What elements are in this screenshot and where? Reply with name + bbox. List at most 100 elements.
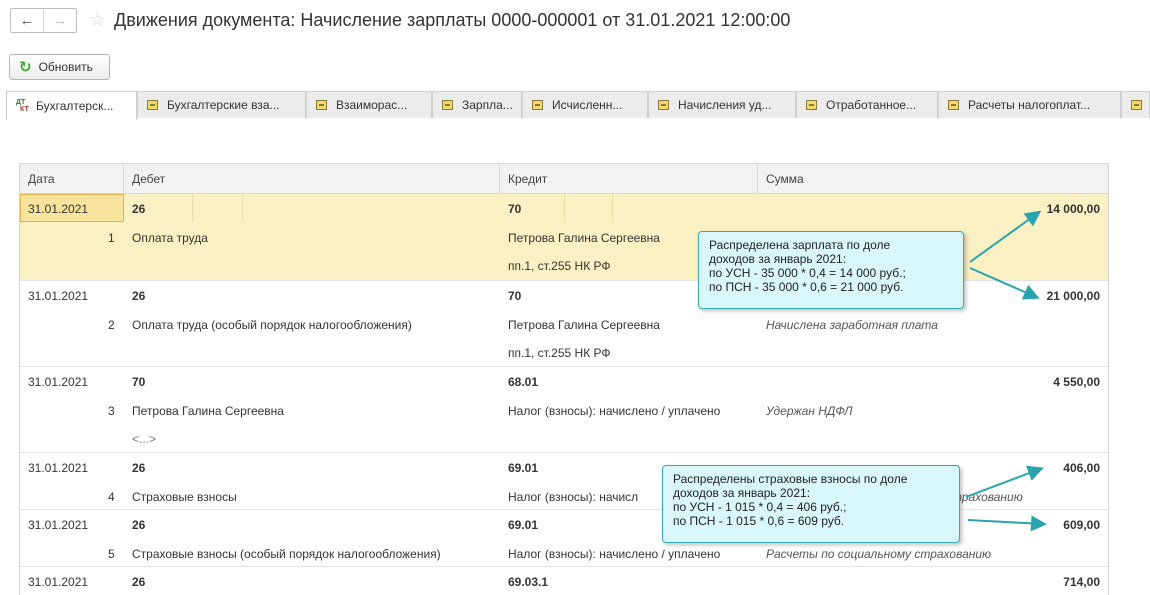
row-date: 31.01.2021 (28, 575, 89, 589)
forward-icon[interactable]: → (43, 8, 76, 32)
row-debit-subconto: Страховые взносы (особый порядок налогоо… (132, 547, 441, 561)
tab-label: Исчисленн... (552, 98, 623, 112)
register-tabs: ДТ КТ Бухгалтерск... Бухгалтерские вза...… (6, 91, 1150, 120)
column-date[interactable]: Дата (20, 164, 124, 194)
row-debit-subconto: Оплата труда (132, 231, 208, 245)
register-icon (806, 100, 817, 110)
callout-line: по УСН - 1 015 * 0,4 = 406 руб.; (673, 500, 847, 514)
cell-divider (612, 194, 613, 222)
nav-buttons: ← → (10, 7, 77, 33)
table-header: Дата Дебет Кредит Сумма (20, 164, 1108, 194)
tab-calculated[interactable]: Исчисленн... (522, 91, 648, 118)
row-amount: 609,00 (1063, 518, 1100, 532)
column-credit[interactable]: Кредит (500, 164, 758, 194)
row-number: 2 (108, 318, 115, 332)
callout-insurance-distribution: Распределены страховые взносы по доле до… (662, 465, 960, 543)
title-bar: ← → ☆ Движения документа: Начисление зар… (10, 6, 790, 34)
row-date: 31.01.2021 (28, 375, 89, 389)
column-debit[interactable]: Дебет (124, 164, 500, 194)
register-icon (147, 100, 158, 110)
row-amount: 714,00 (1063, 575, 1100, 589)
row-number: 3 (108, 404, 115, 418)
favorite-star-icon[interactable]: ☆ (89, 11, 106, 30)
row-date: 31.01.2021 (28, 518, 89, 532)
cell-divider (192, 194, 193, 222)
row-credit-subconto: Петрова Галина Сергеевна (508, 231, 660, 245)
row-credit: 69.01 (508, 461, 539, 475)
row-date: 31.01.2021 (28, 289, 89, 303)
refresh-icon: ↻ (19, 58, 32, 76)
row-credit-subconto: Налог (взносы): начислено / уплачено (508, 547, 721, 561)
callout-line: доходов за январь 2021: (673, 486, 811, 500)
tab-label: Расчеты налогоплат... (968, 98, 1091, 112)
row-credit-subconto: Налог (взносы): начислено / уплачено (508, 404, 721, 418)
tab-more[interactable] (1121, 91, 1150, 118)
row-amount: 14 000,00 (1046, 202, 1100, 216)
register-icon (948, 100, 959, 110)
register-icon (1131, 100, 1142, 110)
row-credit-subconto-2: пп.1, ст.255 НК РФ (508, 259, 611, 273)
table-row[interactable]: 31.01.2021 70 68.01 4 550,00 3 Петрова Г… (20, 367, 1108, 453)
refresh-button[interactable]: ↻ Обновить (9, 54, 110, 80)
register-icon (658, 100, 669, 110)
row-number: 5 (108, 547, 115, 561)
tab-salary[interactable]: Зарпла... (432, 91, 522, 118)
row-debit-subconto: Оплата труда (особый порядок налогооблож… (132, 318, 412, 332)
tab-label: Взаиморас... (336, 98, 408, 112)
refresh-label: Обновить (38, 60, 93, 74)
row-credit-subconto-2: пп.1, ст.255 НК РФ (508, 346, 611, 360)
callout-line: по УСН - 35 000 * 0,4 = 14 000 руб.; (709, 266, 906, 280)
callout-line: по ПСН - 1 015 * 0,6 = 609 руб. (673, 514, 845, 528)
row-content: Удержан НДФЛ (766, 404, 853, 418)
tab-label: Начисления уд... (678, 98, 772, 112)
row-debit-subconto: Страховые взносы (132, 490, 237, 504)
column-amount[interactable]: Сумма (758, 164, 1108, 194)
callout-salary-distribution: Распределена зарплата по доле доходов за… (698, 231, 964, 309)
row-credit: 68.01 (508, 375, 539, 389)
callout-line: Распределена зарплата по доле (709, 238, 891, 252)
row-amount: 406,00 (1063, 461, 1100, 475)
row-credit-subconto: Налог (взносы): начисл (508, 490, 639, 504)
row-date: 31.01.2021 (28, 202, 89, 216)
back-icon[interactable]: ← (11, 9, 43, 32)
row-debit-subconto-2[interactable]: <...> (132, 432, 156, 446)
cell-divider (564, 194, 565, 222)
row-credit: 69.01 (508, 518, 539, 532)
row-debit: 26 (132, 518, 146, 532)
dt-kt-icon: ДТ КТ (16, 99, 29, 113)
row-content: Начислена заработная плата (766, 318, 938, 332)
row-credit: 70 (508, 289, 522, 303)
tab-label: Зарпла... (462, 98, 513, 112)
tab-accounting-settlements[interactable]: Бухгалтерские вза... (137, 91, 306, 118)
row-debit: 26 (132, 289, 146, 303)
tab-mutual-settlements[interactable]: Взаиморас... (306, 91, 432, 118)
callout-line: по ПСН - 35 000 * 0,6 = 21 000 руб. (709, 280, 904, 294)
tab-accounting[interactable]: ДТ КТ Бухгалтерск... (6, 91, 137, 120)
register-icon (316, 100, 327, 110)
table-row[interactable]: 31.01.2021 26 69.03.1 714,00 (20, 567, 1108, 595)
register-icon (532, 100, 543, 110)
row-debit: 26 (132, 461, 146, 475)
page-title: Движения документа: Начисление зарплаты … (114, 9, 791, 30)
tab-label: Бухгалтерск... (36, 99, 114, 113)
row-date: 31.01.2021 (28, 461, 89, 475)
row-debit: 70 (132, 375, 146, 389)
tab-taxpayer-settlements[interactable]: Расчеты налогоплат... (938, 91, 1121, 118)
tab-accruals[interactable]: Начисления уд... (648, 91, 796, 118)
callout-line: доходов за январь 2021: (709, 252, 847, 266)
row-number: 4 (108, 490, 115, 504)
row-credit: 69.03.1 (508, 575, 549, 589)
row-debit: 26 (132, 202, 146, 216)
row-debit: 26 (132, 575, 146, 589)
cell-divider (242, 194, 243, 222)
row-amount: 21 000,00 (1046, 289, 1100, 303)
tab-worked-time[interactable]: Отработанное... (796, 91, 938, 118)
row-credit-subconto: Петрова Галина Сергеевна (508, 318, 660, 332)
row-credit: 70 (508, 202, 522, 216)
tab-label: Бухгалтерские вза... (167, 98, 280, 112)
tab-label: Отработанное... (826, 98, 917, 112)
row-content: Расчеты по социальному страхованию (766, 547, 992, 561)
row-number: 1 (108, 231, 115, 245)
row-debit-subconto: Петрова Галина Сергеевна (132, 404, 284, 418)
callout-line: Распределены страховые взносы по доле (673, 472, 908, 486)
